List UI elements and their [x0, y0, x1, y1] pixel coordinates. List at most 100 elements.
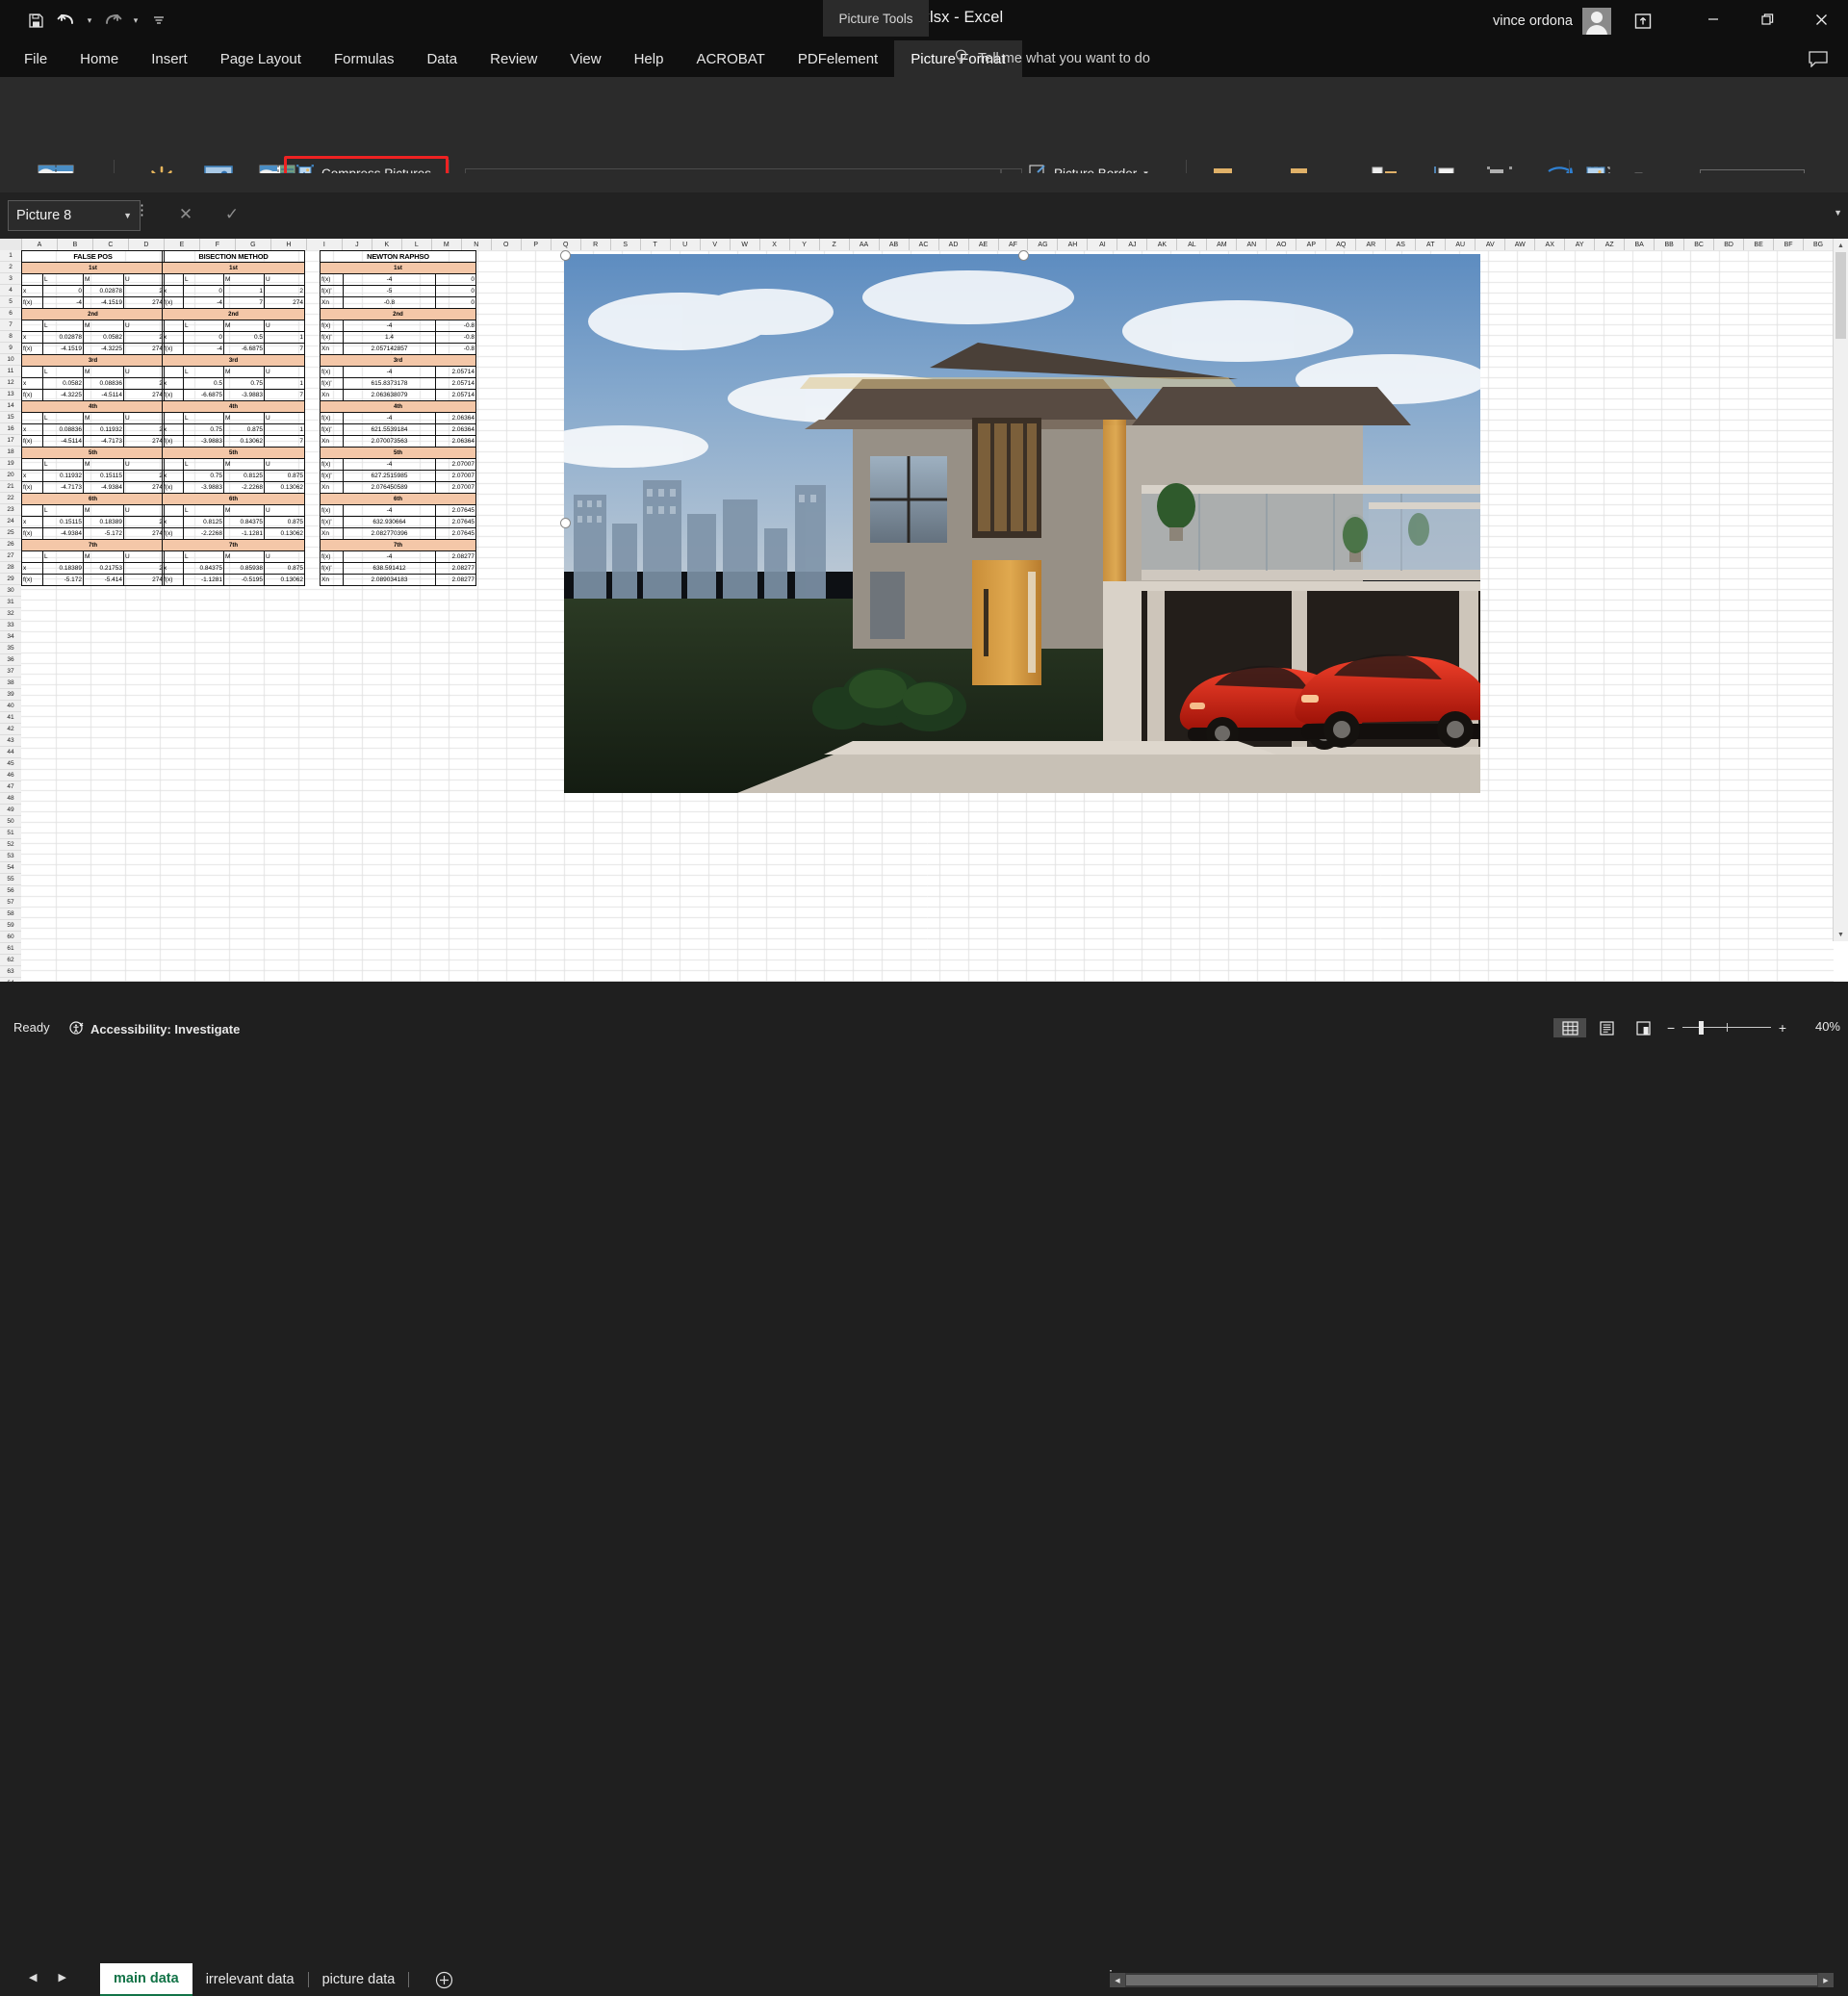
- cell[interactable]: 2.08277: [435, 574, 476, 586]
- table-row[interactable]: Xn 2.076450589 2.07007: [320, 481, 476, 494]
- table-row[interactable]: LMU: [162, 366, 305, 378]
- column-header-R[interactable]: R: [581, 239, 611, 250]
- cell[interactable]: f(x): [162, 343, 184, 355]
- cell[interactable]: 0.18389: [83, 516, 124, 528]
- cell[interactable]: L: [42, 504, 84, 517]
- column-header-A[interactable]: A: [22, 239, 58, 250]
- cell[interactable]: 274: [264, 296, 305, 309]
- cell[interactable]: 0.11932: [42, 470, 84, 482]
- cell[interactable]: [162, 320, 184, 332]
- cell[interactable]: 0.85938: [223, 562, 265, 575]
- cell[interactable]: f(x)': [320, 562, 344, 575]
- cell[interactable]: 0: [42, 285, 84, 297]
- column-header-AF[interactable]: AF: [999, 239, 1029, 250]
- cell[interactable]: [21, 504, 43, 517]
- cell[interactable]: -4: [343, 366, 436, 378]
- scroll-up-icon[interactable]: ▲: [1834, 239, 1848, 252]
- table-row[interactable]: f(x) -4 7 274: [162, 296, 305, 309]
- cell[interactable]: f(x)': [320, 331, 344, 344]
- table-row[interactable]: f(x) -4.3225 -4.5114 274: [21, 389, 165, 401]
- row-header-56[interactable]: 56: [0, 885, 21, 897]
- tab-help[interactable]: Help: [618, 40, 680, 77]
- cell[interactable]: 2.07645: [435, 527, 476, 540]
- tab-review[interactable]: Review: [474, 40, 553, 77]
- column-header-B[interactable]: B: [58, 239, 93, 250]
- table-row[interactable]: x 0.18389 0.21753 2: [21, 562, 165, 575]
- table-row[interactable]: f(x) -4 -0.8: [320, 320, 476, 332]
- row-header-43[interactable]: 43: [0, 735, 21, 747]
- cell[interactable]: -4.5114: [83, 389, 124, 401]
- row-header-51[interactable]: 51: [0, 828, 21, 839]
- tab-page-layout[interactable]: Page Layout: [204, 40, 318, 77]
- zoom-slider[interactable]: [1682, 1019, 1771, 1036]
- cell[interactable]: L: [183, 412, 224, 424]
- resize-handle-nw[interactable]: [560, 250, 571, 261]
- table-row[interactable]: f(x) -4 2.05714: [320, 366, 476, 378]
- cell[interactable]: -4.3225: [42, 389, 84, 401]
- row-header-16[interactable]: 16: [0, 423, 21, 435]
- zoom-out-button[interactable]: −: [1667, 1021, 1675, 1035]
- column-header-Q[interactable]: Q: [552, 239, 581, 250]
- cell[interactable]: 2: [264, 285, 305, 297]
- column-header-BE[interactable]: BE: [1744, 239, 1775, 250]
- cell[interactable]: 2.05714: [435, 377, 476, 390]
- tab-file[interactable]: File: [8, 40, 64, 77]
- row-header-49[interactable]: 49: [0, 805, 21, 816]
- cell[interactable]: 0.8125: [223, 470, 265, 482]
- row-header-35[interactable]: 35: [0, 643, 21, 654]
- table-row[interactable]: f(x) -4 2.08277: [320, 550, 476, 563]
- cell[interactable]: M: [83, 412, 124, 424]
- table-row[interactable]: Xn 2.082770396 2.07645: [320, 527, 476, 540]
- column-header-H[interactable]: H: [271, 239, 307, 250]
- table-row[interactable]: Xn 2.070073563 2.06364: [320, 435, 476, 448]
- table-row[interactable]: f(x) -4 2.06364: [320, 412, 476, 424]
- cell[interactable]: f(x): [21, 481, 43, 494]
- table-row[interactable]: f(x) -4.9384 -5.172 274: [21, 527, 165, 540]
- cell[interactable]: -4.1519: [42, 343, 84, 355]
- cell[interactable]: -4: [183, 296, 224, 309]
- cell[interactable]: f(x): [21, 343, 43, 355]
- cell[interactable]: f(x)': [320, 423, 344, 436]
- cell[interactable]: U: [264, 550, 305, 563]
- cell[interactable]: f(x): [162, 435, 184, 448]
- cell[interactable]: Xn: [320, 389, 344, 401]
- cell[interactable]: M: [223, 504, 265, 517]
- row-header-47[interactable]: 47: [0, 781, 21, 793]
- zoom-percent[interactable]: 40%: [1796, 1019, 1840, 1034]
- cell[interactable]: -3.9883: [223, 389, 265, 401]
- row-header-62[interactable]: 62: [0, 955, 21, 966]
- cell[interactable]: [162, 273, 184, 286]
- cell[interactable]: M: [223, 366, 265, 378]
- column-header-M[interactable]: M: [432, 239, 462, 250]
- row-header-23[interactable]: 23: [0, 504, 21, 516]
- row-header-37[interactable]: 37: [0, 666, 21, 678]
- cell[interactable]: f(x)': [320, 516, 344, 528]
- cell[interactable]: L: [42, 366, 84, 378]
- cell[interactable]: 2.070073563: [343, 435, 436, 448]
- table-row[interactable]: f(x)' 615.8373178 2.05714: [320, 377, 476, 390]
- cell[interactable]: -1.1281: [223, 527, 265, 540]
- row-header-59[interactable]: 59: [0, 920, 21, 932]
- column-header-AT[interactable]: AT: [1416, 239, 1447, 250]
- cell[interactable]: U: [264, 504, 305, 517]
- cell[interactable]: M: [83, 366, 124, 378]
- row-header-45[interactable]: 45: [0, 758, 21, 770]
- cell[interactable]: 0.75: [183, 470, 224, 482]
- column-header-J[interactable]: J: [343, 239, 372, 250]
- row-header-31[interactable]: 31: [0, 597, 21, 608]
- table-newton[interactable]: NEWTON RAPHSO 1st f(x) -4 0 f(x)' -5 0 Xn -0.8 0 2n…: [320, 250, 476, 586]
- cell[interactable]: 1: [264, 331, 305, 344]
- cell[interactable]: 274: [123, 481, 165, 494]
- cell[interactable]: L: [42, 320, 84, 332]
- cell[interactable]: Xn: [320, 574, 344, 586]
- row-header-28[interactable]: 28: [0, 562, 21, 574]
- cell[interactable]: 0.15115: [83, 470, 124, 482]
- cell[interactable]: -5: [343, 285, 436, 297]
- cell[interactable]: 2.076450589: [343, 481, 436, 494]
- table-row[interactable]: f(x) -5.172 -5.414 274: [21, 574, 165, 586]
- cell[interactable]: [21, 412, 43, 424]
- table-row[interactable]: f(x) -4 2.07007: [320, 458, 476, 471]
- cell[interactable]: f(x): [21, 296, 43, 309]
- zoom-control[interactable]: − +: [1667, 1019, 1786, 1036]
- cell[interactable]: -0.8: [435, 331, 476, 344]
